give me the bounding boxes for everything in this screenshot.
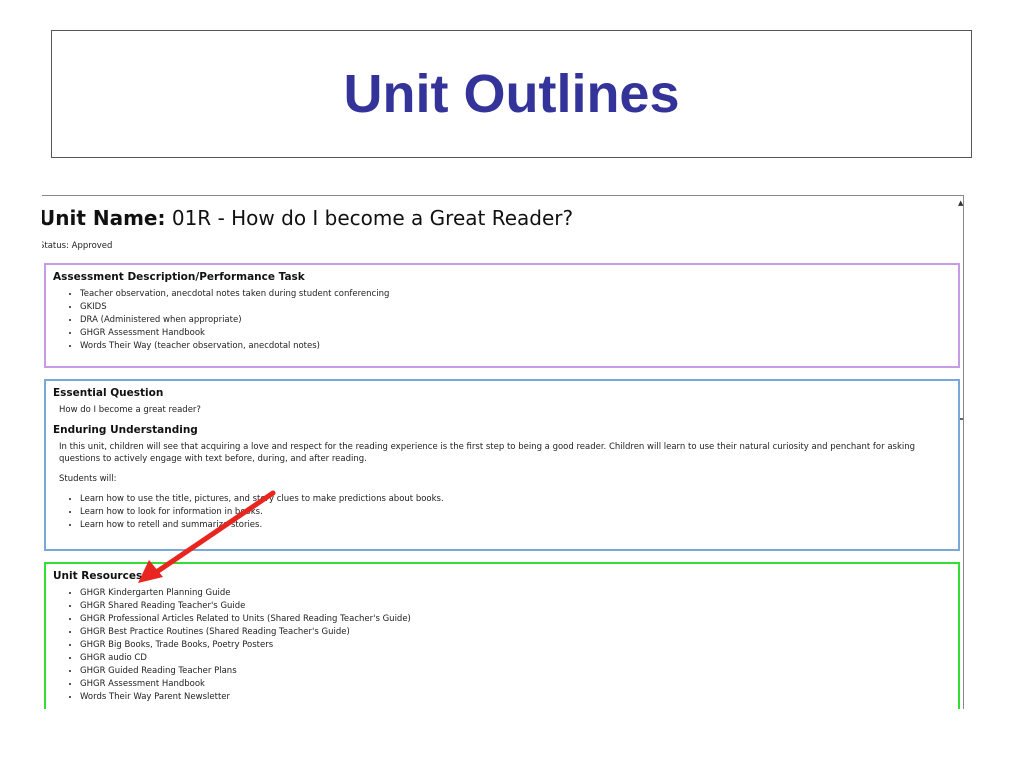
essential-question-panel: Essential Question How do I become a gre…	[44, 379, 960, 551]
unit-resources-panel: Unit Resources GHGR Kindergarten Plannin…	[44, 562, 960, 709]
enduring-understanding-text: In this unit, children will see that acq…	[59, 442, 916, 464]
list-item: GHGR Professional Articles Related to Un…	[80, 613, 951, 626]
list-item: GHGR Assessment Handbook	[80, 678, 951, 691]
list-item: Words Their Way Parent Newsletter	[80, 691, 951, 704]
list-item: GKIDS	[80, 301, 951, 314]
list-item: Learn how to retell and summarize storie…	[80, 519, 951, 532]
list-item: GHGR audio CD	[80, 652, 951, 665]
essential-question-text: How do I become a great reader?	[59, 405, 201, 415]
unit-name-heading: Unit Name: 01R - How do I become a Great…	[42, 206, 573, 230]
slide-title: Unit Outlines	[343, 64, 680, 124]
scroll-up-arrow-icon[interactable]: ▲	[958, 196, 963, 210]
essential-question-header: Essential Question	[53, 387, 164, 399]
list-item: Learn how to use the title, pictures, an…	[80, 493, 951, 506]
enduring-understanding-header: Enduring Understanding	[53, 424, 198, 436]
students-will-list: Learn how to use the title, pictures, an…	[53, 493, 951, 532]
list-item: GHGR Guided Reading Teacher Plans	[80, 665, 951, 678]
list-item: GHGR Big Books, Trade Books, Poetry Post…	[80, 639, 951, 652]
assessment-header: Assessment Description/Performance Task	[53, 271, 305, 283]
slide-title-box: Unit Outlines	[51, 30, 972, 158]
list-item: Learn how to look for information in boo…	[80, 506, 951, 519]
list-item: GHGR Shared Reading Teacher's Guide	[80, 600, 951, 613]
unit-resources-list: GHGR Kindergarten Planning Guide GHGR Sh…	[53, 587, 951, 704]
list-item: GHGR Kindergarten Planning Guide	[80, 587, 951, 600]
unit-outline-screenshot: ▲ Unit Name: 01R - How do I become a Gre…	[42, 195, 964, 709]
students-will-label: Students will:	[59, 474, 117, 484]
unit-resources-header: Unit Resources	[53, 570, 143, 582]
assessment-panel: Assessment Description/Performance Task …	[44, 263, 960, 368]
list-item: GHGR Assessment Handbook	[80, 327, 951, 340]
list-item: Words Their Way (teacher observation, an…	[80, 340, 951, 353]
assessment-list: Teacher observation, anecdotal notes tak…	[53, 288, 951, 353]
list-item: GHGR Best Practice Routines (Shared Read…	[80, 626, 951, 639]
list-item: Teacher observation, anecdotal notes tak…	[80, 288, 951, 301]
status-text: Status: Approved	[42, 241, 113, 251]
list-item: DRA (Administered when appropriate)	[80, 314, 951, 327]
unit-name-value: 01R - How do I become a Great Reader?	[171, 206, 574, 230]
unit-name-label: Unit Name:	[42, 206, 166, 230]
